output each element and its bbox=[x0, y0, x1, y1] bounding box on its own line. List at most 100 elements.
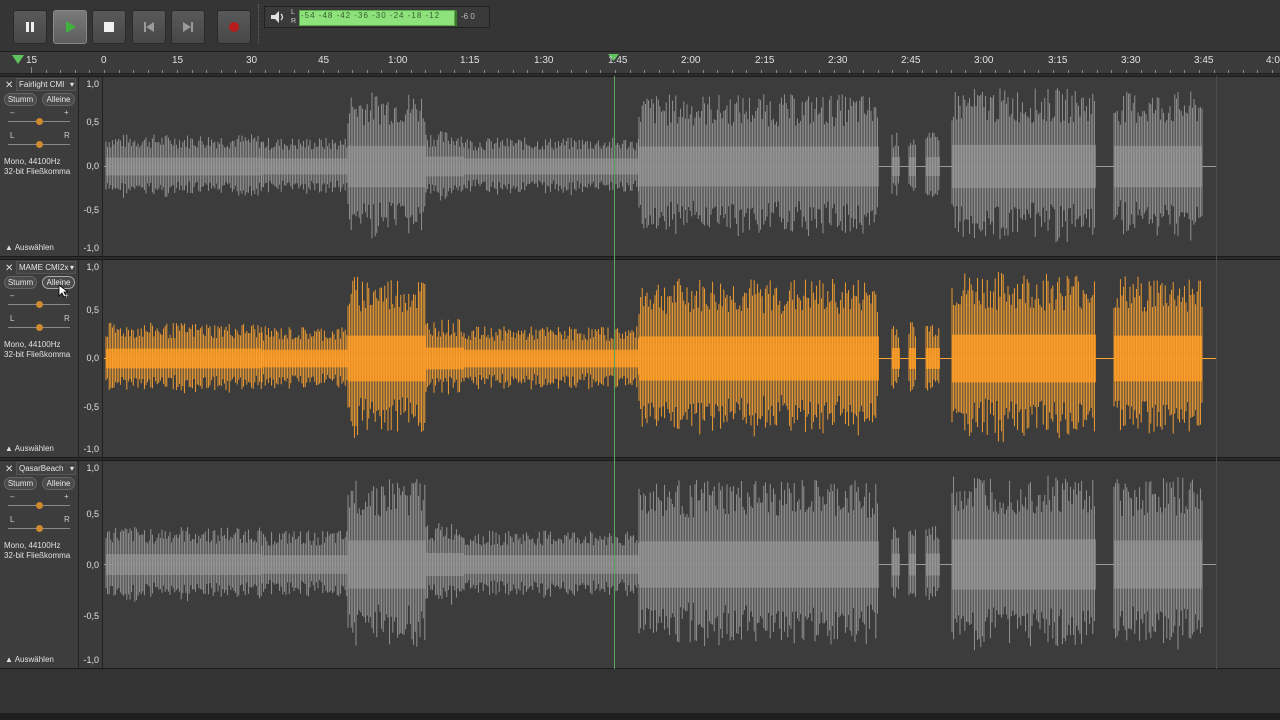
ruler-tick bbox=[75, 70, 76, 73]
gain-slider-handle[interactable] bbox=[36, 502, 43, 509]
audio-track-qasarbeach[interactable]: ✕ QasarBeach ▾ Stumm Alleine – + L R Mono… bbox=[0, 460, 1280, 669]
pan-right-label: R bbox=[64, 314, 70, 323]
ruler-tick bbox=[425, 70, 426, 73]
ruler-tick bbox=[717, 70, 718, 73]
scale-top-label: 1,0 bbox=[86, 79, 99, 89]
mute-button[interactable]: Stumm bbox=[4, 477, 37, 490]
skip-to-end-button[interactable] bbox=[171, 10, 205, 44]
ruler-tick bbox=[586, 70, 587, 73]
ruler-tick bbox=[440, 70, 441, 73]
track-name-menu[interactable]: QasarBeach ▾ bbox=[16, 462, 76, 475]
waveform[interactable] bbox=[104, 461, 1280, 668]
stop-button[interactable] bbox=[92, 10, 126, 44]
skip-start-icon bbox=[144, 22, 154, 32]
chevron-down-icon: ▾ bbox=[69, 464, 74, 473]
gain-minus-label: – bbox=[10, 492, 15, 501]
ruler-tick bbox=[892, 70, 893, 73]
audio-track-fairlight[interactable]: ✕ Fairlight CMI ▾ Stumm Alleine – + L R M… bbox=[0, 76, 1280, 257]
meter-left-label: L bbox=[291, 9, 295, 16]
meter-peak-marker bbox=[455, 10, 457, 26]
timeline-ruler[interactable]: 15 0 15 30 45 1:00 1:15 1:30 1:45 2:00 2:15 2:30 2:4… bbox=[0, 52, 1280, 74]
pan-slider-handle[interactable] bbox=[36, 525, 43, 532]
gain-slider-handle[interactable] bbox=[36, 301, 43, 308]
scale-bottom-label: -1,0 bbox=[83, 444, 99, 454]
close-track-icon[interactable]: ✕ bbox=[5, 263, 13, 274]
track-name: MAME CMI2x bbox=[19, 263, 69, 272]
pan-slider[interactable] bbox=[8, 141, 70, 148]
gain-slider-handle[interactable] bbox=[36, 118, 43, 125]
ruler-tick bbox=[1111, 70, 1112, 73]
ruler-tick bbox=[995, 70, 996, 73]
ruler-tick bbox=[484, 70, 485, 73]
close-track-icon[interactable]: ✕ bbox=[5, 80, 13, 91]
play-region-marker-icon bbox=[12, 55, 24, 64]
gain-slider[interactable] bbox=[8, 118, 70, 125]
solo-button[interactable]: Alleine bbox=[42, 93, 75, 106]
select-track-button[interactable]: ▲ Auswählen bbox=[5, 243, 54, 252]
ruler-tick bbox=[557, 70, 558, 73]
close-track-icon[interactable]: ✕ bbox=[5, 464, 13, 475]
ruler-tick bbox=[454, 70, 455, 73]
ruler-tick bbox=[878, 70, 879, 73]
ruler-tick bbox=[206, 70, 207, 73]
waveform[interactable] bbox=[104, 77, 1280, 256]
track-rate-text: Mono, 44100Hz bbox=[4, 157, 61, 166]
ruler-tick bbox=[221, 70, 222, 73]
gain-plus-label: + bbox=[64, 492, 69, 501]
mute-button[interactable]: Stumm bbox=[4, 276, 37, 289]
ruler-tick bbox=[703, 70, 704, 73]
ruler-tick bbox=[615, 70, 616, 73]
ruler-tick bbox=[1214, 70, 1215, 73]
gain-slider[interactable] bbox=[8, 301, 70, 308]
ruler-tick bbox=[630, 70, 631, 73]
mute-button[interactable]: Stumm bbox=[4, 93, 37, 106]
collapse-triangle-icon: ▲ bbox=[5, 655, 13, 664]
amplitude-scale: 1,0 0,5 0,0 -0,5 -1,0 bbox=[80, 260, 103, 457]
audio-track-mame[interactable]: ✕ MAME CMI2x ▾ Stumm Alleine – + L R Mono… bbox=[0, 259, 1280, 458]
ruler-label: 1:45 bbox=[608, 55, 628, 66]
track-bitdepth-text: 32-bit Fließkomma bbox=[4, 350, 71, 359]
skip-to-start-button[interactable] bbox=[132, 10, 166, 44]
track-name-menu[interactable]: Fairlight CMI ▾ bbox=[16, 78, 76, 91]
ruler-tick bbox=[1272, 70, 1273, 73]
waveform[interactable] bbox=[104, 260, 1280, 457]
ruler-label: 4:0 bbox=[1266, 55, 1280, 66]
ruler-tick bbox=[148, 70, 149, 73]
ruler-tick bbox=[1141, 70, 1142, 73]
pan-slider[interactable] bbox=[8, 324, 70, 331]
ruler-tick bbox=[673, 70, 674, 73]
ruler-tick bbox=[235, 70, 236, 73]
select-track-button[interactable]: ▲ Auswählen bbox=[5, 655, 54, 664]
ruler-tick bbox=[790, 70, 791, 73]
record-icon bbox=[229, 22, 239, 32]
amplitude-scale: 1,0 0,5 0,0 -0,5 -1,0 bbox=[80, 77, 103, 256]
pause-button[interactable] bbox=[13, 10, 47, 44]
select-track-button[interactable]: ▲ Auswählen bbox=[5, 444, 54, 453]
playback-meter[interactable]: LR -54 -48 -42 -36 -30 -24 -18 -12 -6 0 bbox=[264, 6, 490, 28]
gain-slider[interactable] bbox=[8, 502, 70, 509]
track-format-info: Mono, 44100Hz 32-bit Fließkomma bbox=[4, 541, 70, 561]
ruler-tick bbox=[936, 70, 937, 73]
ruler-tick bbox=[542, 70, 543, 73]
ruler-tick bbox=[951, 70, 952, 73]
meter-scale-end: -6 0 bbox=[461, 12, 475, 21]
ruler-tick bbox=[1199, 70, 1200, 73]
pan-slider-handle[interactable] bbox=[36, 141, 43, 148]
speaker-icon bbox=[271, 11, 284, 23]
pan-slider-handle[interactable] bbox=[36, 324, 43, 331]
transport-toolbar: LR -54 -48 -42 -36 -30 -24 -18 -12 -6 0 bbox=[0, 0, 1280, 52]
track-name-menu[interactable]: MAME CMI2x ▾ bbox=[16, 261, 76, 274]
solo-button[interactable]: Alleine bbox=[42, 477, 75, 490]
ruler-tick bbox=[907, 70, 908, 73]
collapse-triangle-icon: ▲ bbox=[5, 243, 13, 252]
track-format-info: Mono, 44100Hz 32-bit Fließkomma bbox=[4, 340, 70, 360]
record-button[interactable] bbox=[217, 10, 251, 44]
scale-bottom-label: -1,0 bbox=[83, 243, 99, 253]
ruler-label: 45 bbox=[318, 55, 330, 66]
pan-slider[interactable] bbox=[8, 525, 70, 532]
ruler-tick bbox=[498, 70, 499, 73]
ruler-label: 2:00 bbox=[681, 55, 701, 66]
track-name: QasarBeach bbox=[19, 464, 64, 473]
play-button[interactable] bbox=[53, 10, 87, 44]
ruler-tick bbox=[89, 70, 90, 73]
